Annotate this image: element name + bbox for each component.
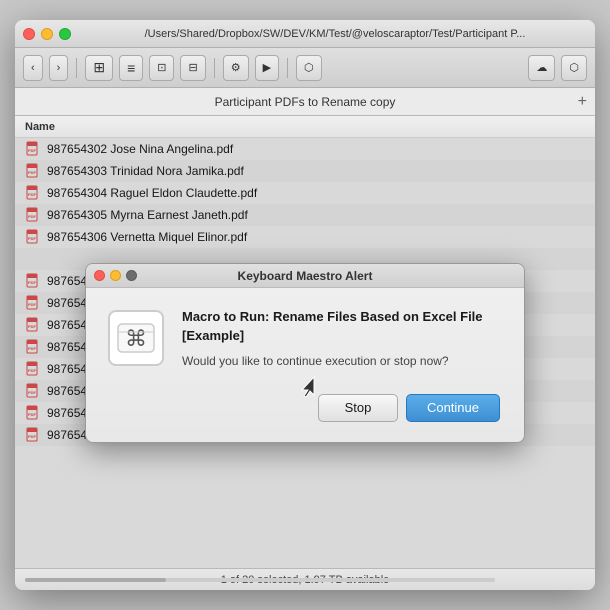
toolbar-separator-1	[76, 58, 77, 78]
dialog-content: Macro to Run: Rename Files Based on Exce…	[182, 308, 500, 421]
list-view-button[interactable]: ≡	[119, 55, 143, 81]
dropbox-button[interactable]: ☁	[528, 55, 555, 81]
dialog-traffic-lights	[94, 270, 137, 281]
toolbar-separator-2	[214, 58, 215, 78]
share-button[interactable]: ▶	[255, 55, 279, 81]
toolbar: ‹ › ⊞ ≡ ⊡ ⊟ ⚙ ▶ ⬡ ☁ ⬡	[15, 48, 595, 88]
file-list[interactable]: PDF 987654302 Jose Nina Angelina.pdf PDF…	[15, 138, 595, 568]
minimize-button[interactable]	[41, 28, 53, 40]
continue-button[interactable]: Continue	[406, 394, 500, 422]
dialog-maximize-button	[126, 270, 137, 281]
progress-fill	[25, 578, 166, 582]
tab-title: Participant PDFs to Rename copy	[215, 95, 396, 109]
column-view-button[interactable]: ⊡	[149, 55, 174, 81]
toolbar-separator-3	[287, 58, 288, 78]
traffic-lights	[23, 28, 71, 40]
progress-track	[25, 578, 495, 582]
tab-bar: Participant PDFs to Rename copy +	[15, 88, 595, 116]
column-header: Name	[15, 116, 595, 138]
dialog-question: Would you like to continue execution or …	[182, 353, 500, 370]
close-button[interactable]	[23, 28, 35, 40]
gallery-view-button[interactable]: ⊟	[180, 55, 205, 81]
status-bar: 1 of 20 selected, 1.97 TB available	[15, 568, 595, 590]
dialog-body: ⌘ Macro to Run: Rename Files Based on Ex…	[86, 288, 524, 441]
dialog-minimize-button[interactable]	[110, 270, 121, 281]
dialog-title-bar: Keyboard Maestro Alert	[86, 264, 524, 288]
svg-text:⌘: ⌘	[125, 326, 147, 351]
add-tab-button[interactable]: +	[578, 93, 587, 111]
dialog-title: Keyboard Maestro Alert	[238, 269, 373, 283]
forward-button[interactable]: ›	[49, 55, 69, 81]
dialog-macro-title: Macro to Run: Rename Files Based on Exce…	[182, 308, 500, 344]
dialog-buttons: Stop Continue	[182, 394, 500, 422]
action-button[interactable]: ⚙	[223, 55, 249, 81]
airdrop-button[interactable]: ⬡	[561, 55, 587, 81]
path-bar: /Users/Shared/Dropbox/SW/DEV/KM/Test/@ve…	[83, 28, 587, 40]
finder-window: /Users/Shared/Dropbox/SW/DEV/KM/Test/@ve…	[15, 20, 595, 590]
tags-button[interactable]: ⬡	[296, 55, 322, 81]
dialog-overlay: Keyboard Maestro Alert ⌘	[15, 138, 595, 568]
icon-view-button[interactable]: ⊞	[85, 55, 113, 81]
progress-bar-container: 1 of 20 selected, 1.97 TB available	[15, 569, 595, 591]
title-bar: /Users/Shared/Dropbox/SW/DEV/KM/Test/@ve…	[15, 20, 595, 48]
keyboard-maestro-dialog: Keyboard Maestro Alert ⌘	[85, 263, 525, 442]
dialog-icon-container: ⌘	[106, 308, 166, 368]
name-column-header: Name	[25, 121, 55, 133]
keyboard-maestro-icon: ⌘	[108, 310, 164, 366]
maximize-button[interactable]	[59, 28, 71, 40]
back-button[interactable]: ‹	[23, 55, 43, 81]
dialog-close-button[interactable]	[94, 270, 105, 281]
stop-button[interactable]: Stop	[318, 394, 398, 422]
